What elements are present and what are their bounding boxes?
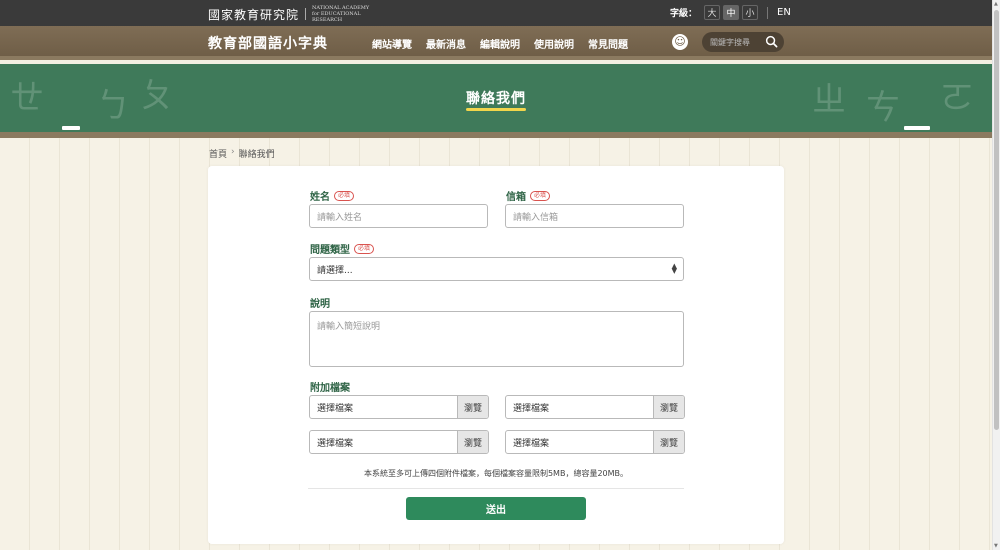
nav-item-news[interactable]: 最新消息 xyxy=(426,36,466,51)
browse-button[interactable]: 瀏覽 xyxy=(653,396,684,418)
font-size-large-button[interactable]: 大 xyxy=(704,5,721,20)
attachment-label: 附加檔案 xyxy=(310,379,350,394)
question-type-value: 請選擇... xyxy=(317,265,353,276)
top-bar: 國家教育研究院 NATIONAL ACADEMY for EDUCATIONAL… xyxy=(0,0,992,26)
font-size-medium-button[interactable]: 中 xyxy=(723,5,740,20)
main-nav: 教育部國語小字典 網站導覽 最新消息 編輯說明 使用說明 常見問題 ☺ xyxy=(0,26,992,60)
chalkboard-banner: ㄝ ㄅ ㄆ ㄓ ㄘ ㄛ 聯絡我們 xyxy=(0,64,992,138)
email-label: 信箱 必填 xyxy=(506,188,551,203)
file-input-4[interactable]: 選擇檔案 瀏覽 xyxy=(505,430,685,454)
select-arrows-icon: ▲ ▼ xyxy=(671,262,677,275)
font-size-switcher: 字級： 大 中 小 EN xyxy=(670,5,791,20)
nav-item-usage[interactable]: 使用說明 xyxy=(534,36,574,51)
required-badge: 必填 xyxy=(530,190,551,201)
scroll-up-icon[interactable]: ▲ xyxy=(994,1,998,7)
nav-item-faq[interactable]: 常見問題 xyxy=(588,36,628,51)
name-label-text: 姓名 xyxy=(310,192,330,203)
name-label: 姓名 必填 xyxy=(310,188,355,203)
logo-divider xyxy=(305,8,307,20)
contact-form-card: 姓名 必填 請輸入姓名 信箱 必填 請輸入信箱 問題類型 必填 請選擇... ▲… xyxy=(208,166,784,544)
search-box xyxy=(702,32,784,52)
logo-text-en: NATIONAL ACADEMY for EDUCATIONAL RESEARC… xyxy=(312,5,370,23)
browse-button[interactable]: 瀏覽 xyxy=(457,396,488,418)
nav-menu: 網站導覽 最新消息 編輯說明 使用說明 常見問題 xyxy=(372,36,628,51)
file-input-text: 選擇檔案 xyxy=(513,438,550,449)
breadcrumb-current: 聯絡我們 xyxy=(238,150,275,160)
search-input[interactable] xyxy=(710,37,766,47)
nav-item-editorial[interactable]: 編輯說明 xyxy=(480,36,520,51)
attachment-label-text: 附加檔案 xyxy=(310,383,350,394)
site-title[interactable]: 教育部國語小字典 xyxy=(208,33,328,53)
breadcrumb-home[interactable]: 首頁 xyxy=(209,147,227,160)
chalk-stick xyxy=(62,126,80,130)
breadcrumb: 首頁 › 聯絡我們 xyxy=(209,147,275,160)
browse-button[interactable]: 瀏覽 xyxy=(653,431,684,453)
font-size-small-button[interactable]: 小 xyxy=(742,5,759,20)
description-label-text: 說明 xyxy=(310,299,330,310)
file-input-text: 選擇檔案 xyxy=(317,403,354,414)
breadcrumb-separator: › xyxy=(231,147,235,157)
question-type-label-text: 問題類型 xyxy=(310,245,350,256)
language-en-link[interactable]: EN xyxy=(777,7,791,18)
attachment-note: 本系統至多可上傳四個附件檔案，每個檔案容量限制5MB，總容量20MB。 xyxy=(363,469,629,478)
browse-button[interactable]: 瀏覽 xyxy=(457,431,488,453)
font-size-label: 字級： xyxy=(670,9,698,19)
topbar-divider xyxy=(767,6,769,19)
search-icon[interactable] xyxy=(765,35,778,48)
file-input-1[interactable]: 選擇檔案 瀏覽 xyxy=(309,395,489,419)
page-scrollbar[interactable]: ▲ ▼ xyxy=(992,0,1000,550)
title-underline xyxy=(466,108,526,111)
required-badge: 必填 xyxy=(354,243,375,254)
question-type-label: 問題類型 必填 xyxy=(310,241,375,256)
email-input[interactable]: 請輸入信箱 xyxy=(505,204,684,228)
form-divider xyxy=(308,488,684,489)
logo-text-zh: 國家教育研究院 xyxy=(208,7,300,22)
description-label: 說明 xyxy=(310,295,330,310)
description-textarea[interactable]: 請輸入簡短說明 xyxy=(309,311,684,367)
naer-logo[interactable]: 國家教育研究院 NATIONAL ACADEMY for EDUCATIONAL… xyxy=(208,5,372,23)
file-input-3[interactable]: 選擇檔案 瀏覽 xyxy=(309,430,489,454)
file-input-text: 選擇檔案 xyxy=(513,403,550,414)
smiley-face-icon[interactable]: ☺ xyxy=(672,34,688,50)
page-title: 聯絡我們 xyxy=(466,91,526,107)
submit-button[interactable]: 送出 xyxy=(406,497,586,520)
nav-item-sitemap[interactable]: 網站導覽 xyxy=(372,36,412,51)
file-input-text: 選擇檔案 xyxy=(317,438,354,449)
file-input-2[interactable]: 選擇檔案 瀏覽 xyxy=(505,395,685,419)
question-type-select[interactable]: 請選擇... ▲ ▼ xyxy=(309,257,684,281)
chalk-stick xyxy=(904,126,930,130)
required-badge: 必填 xyxy=(334,190,355,201)
name-input[interactable]: 請輸入姓名 xyxy=(309,204,488,228)
email-label-text: 信箱 xyxy=(506,192,526,203)
scroll-down-icon[interactable]: ▼ xyxy=(994,543,998,549)
scrollbar-thumb[interactable] xyxy=(994,10,999,430)
